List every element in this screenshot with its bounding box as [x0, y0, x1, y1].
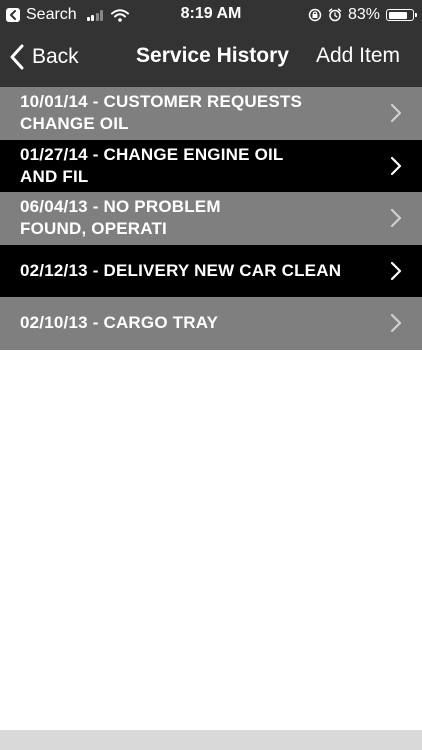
battery-icon: [386, 9, 417, 21]
chevron-right-icon: [390, 261, 402, 280]
navigation-bar: Back Service History Add Item: [0, 30, 422, 87]
service-history-row-line1: 06/04/13 - NO PROBLEM: [20, 197, 221, 216]
chevron-right-icon: [390, 156, 402, 175]
service-history-row-line1: 02/10/13 - CARGO TRAY: [20, 313, 219, 332]
service-history-row-text: 10/01/14 - CUSTOMER REQUESTS CHANGE OIL: [20, 91, 380, 135]
service-history-row-line2: CHANGE OIL: [20, 114, 129, 133]
service-history-row-line2: AND FIL: [20, 166, 89, 186]
battery-fill: [388, 11, 407, 19]
app-screen: Search 8:19 AM 83% Back Service History …: [0, 0, 422, 750]
back-button-label[interactable]: Back: [32, 45, 79, 69]
status-bar: Search 8:19 AM 83%: [0, 0, 422, 30]
service-history-list: 10/01/14 - CUSTOMER REQUESTS CHANGE OIL 01…: [0, 87, 422, 350]
page-title: Service History: [136, 44, 289, 67]
rotation-lock-icon: [308, 8, 322, 22]
status-bar-right: 83%: [308, 5, 417, 25]
service-history-row-text: 06/04/13 - NO PROBLEM FOUND, OPERATI: [20, 196, 380, 240]
add-item-button[interactable]: Add Item: [316, 44, 400, 68]
chevron-right-icon: [390, 313, 402, 333]
service-history-row-line2: FOUND, OPERATI: [20, 219, 167, 238]
service-history-row-text: 01/27/14 - CHANGE ENGINE OIL AND FIL: [20, 144, 380, 188]
service-history-row[interactable]: 10/01/14 - CUSTOMER REQUESTS CHANGE OIL: [0, 87, 422, 140]
service-history-row-text: 02/12/13 - DELIVERY NEW CAR CLEAN: [20, 260, 380, 282]
service-history-row-line1: 01/27/14 - CHANGE ENGINE OIL: [20, 144, 284, 164]
battery-percent: 83%: [347, 6, 380, 23]
service-history-row[interactable]: 06/04/13 - NO PROBLEM FOUND, OPERATI: [0, 192, 422, 245]
service-history-row-text: 02/10/13 - CARGO TRAY: [20, 312, 380, 334]
service-history-row[interactable]: 02/10/13 - CARGO TRAY: [0, 297, 422, 350]
chevron-right-icon: [390, 208, 402, 228]
service-history-row-line1: 02/12/13 - DELIVERY NEW CAR CLEAN: [20, 260, 342, 280]
alarm-icon: [328, 8, 342, 22]
battery-nub: [415, 13, 417, 17]
service-history-row[interactable]: 02/12/13 - DELIVERY NEW CAR CLEAN: [0, 244, 422, 297]
chevron-left-icon: [10, 44, 24, 70]
bottom-strip: [0, 730, 422, 750]
service-history-row[interactable]: 01/27/14 - CHANGE ENGINE OIL AND FIL: [0, 139, 422, 192]
chevron-right-icon: [390, 103, 402, 123]
service-history-row-line1: 10/01/14 - CUSTOMER REQUESTS: [20, 92, 303, 111]
top-bar: Search 8:19 AM 83% Back Service History …: [0, 0, 422, 87]
back-button[interactable]: Back: [10, 40, 79, 74]
